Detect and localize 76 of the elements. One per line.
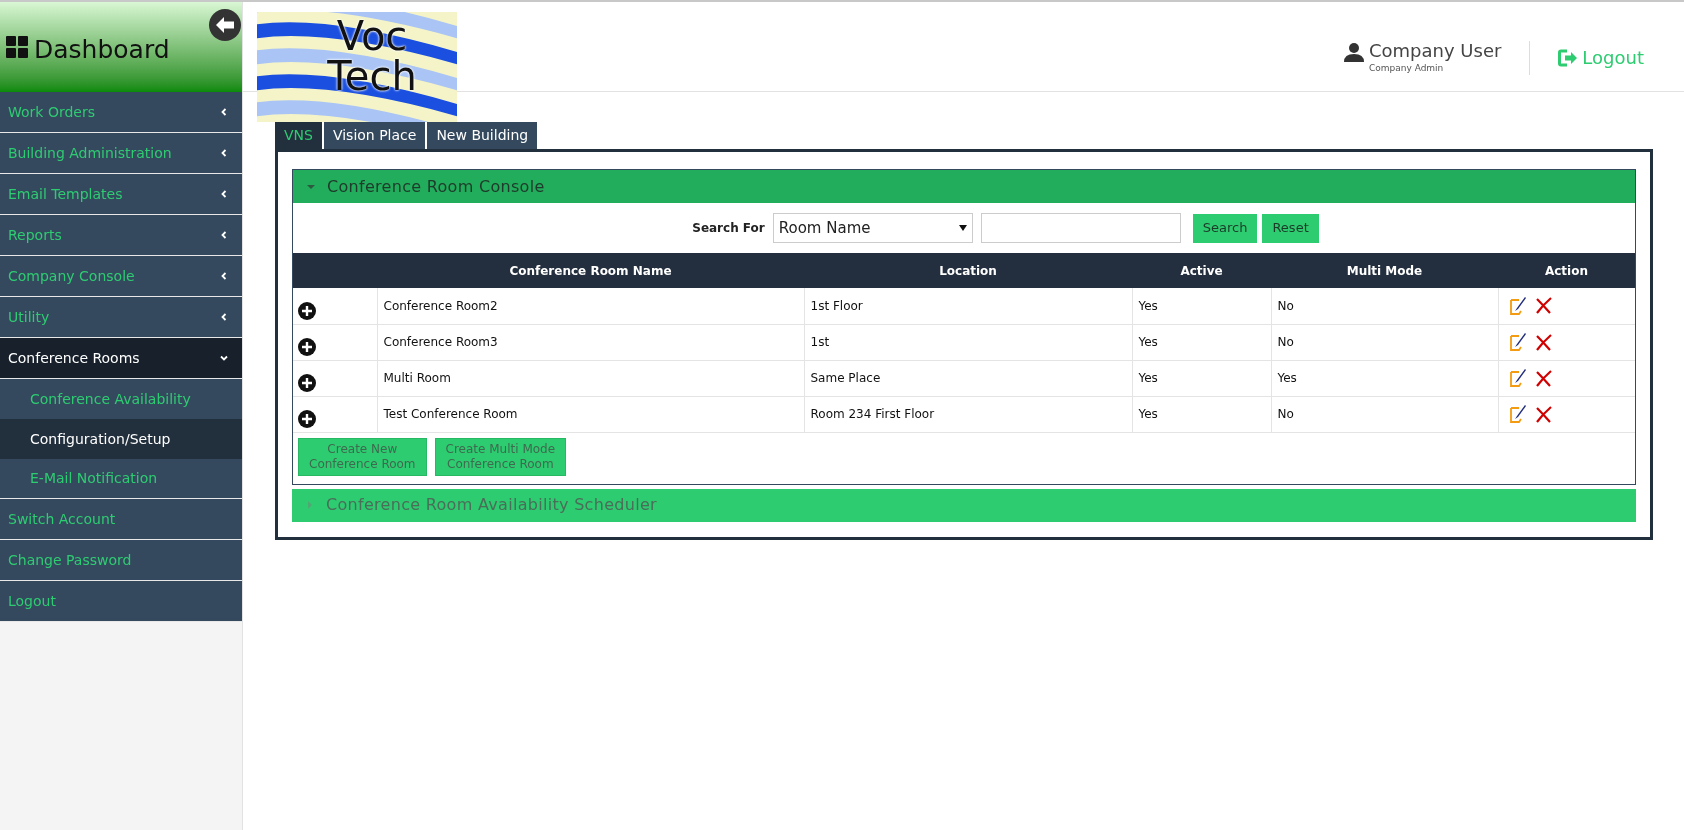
tab[interactable]: VNS <box>275 122 322 149</box>
grid-icon <box>6 36 28 58</box>
table-cell: Conference Room2 <box>377 288 804 324</box>
panel-header[interactable]: Conference Room Console <box>293 170 1635 203</box>
caret-down-icon <box>958 225 967 231</box>
sidebar-item[interactable]: Switch Account <box>0 499 242 540</box>
table-cell: Test Conference Room <box>377 396 804 432</box>
sidebar-item[interactable]: Company Console <box>0 256 242 297</box>
reset-button[interactable]: Reset <box>1262 213 1319 243</box>
sidebar-subitem[interactable]: Configuration/Setup <box>0 419 242 459</box>
table-cell: 1st <box>804 324 1132 360</box>
table-cell: Same Place <box>804 360 1132 396</box>
user-icon <box>1343 42 1364 62</box>
column-header: Active <box>1132 253 1271 288</box>
sidebar-item[interactable]: Work Orders <box>0 92 242 133</box>
column-header: Multi Mode <box>1271 253 1498 288</box>
search-label: Search For <box>692 220 765 237</box>
sidebar-item[interactable]: Email Templates <box>0 174 242 215</box>
expand-row-icon[interactable] <box>298 301 316 320</box>
table-cell: Yes <box>1132 288 1271 324</box>
table-cell: Yes <box>1132 324 1271 360</box>
sidebar-item[interactable]: Logout <box>0 581 242 622</box>
arrow-left-icon <box>215 16 235 34</box>
table-cell: No <box>1271 324 1498 360</box>
chevron-left-icon <box>220 190 228 198</box>
caret-right-icon <box>306 501 314 509</box>
table-cell: 1st Floor <box>804 288 1132 324</box>
tab[interactable]: Vision Place <box>323 122 426 149</box>
expand-row-icon[interactable] <box>298 409 316 428</box>
panel-header[interactable]: Conference Room Availability Scheduler <box>292 488 1636 522</box>
edit-icon[interactable] <box>1508 368 1527 388</box>
sidebar-item[interactable]: Building Administration <box>0 133 242 174</box>
sidebar-title: Dashboard <box>34 34 170 67</box>
edit-icon[interactable] <box>1508 295 1527 316</box>
column-header: Action <box>1498 253 1635 288</box>
table-cell: Room 234 First Floor <box>804 396 1132 432</box>
user-name: Company User <box>1368 40 1502 62</box>
edit-icon[interactable] <box>1508 332 1527 352</box>
back-button[interactable] <box>209 9 241 41</box>
table-cell: No <box>1271 288 1498 324</box>
logout-icon <box>1558 48 1579 67</box>
table-cell: Yes <box>1132 396 1271 432</box>
chevron-down-icon <box>220 354 228 362</box>
chevron-left-icon <box>220 231 228 239</box>
chevron-left-icon <box>220 149 228 157</box>
sidebar-item[interactable]: Change Password <box>0 540 242 581</box>
table-cell: Yes <box>1132 360 1271 396</box>
edit-icon[interactable] <box>1508 404 1527 424</box>
sidebar-item[interactable]: Reports <box>0 215 242 256</box>
chevron-left-icon <box>220 272 228 280</box>
expand-row-icon[interactable] <box>298 337 316 356</box>
search-field[interactable] <box>980 213 1181 243</box>
sidebar-item[interactable]: Utility <box>0 297 242 338</box>
delete-icon[interactable] <box>1534 369 1552 387</box>
sidebar-item[interactable]: Conference Rooms <box>0 338 242 379</box>
delete-icon[interactable] <box>1534 333 1552 351</box>
table-cell: Multi Room <box>377 360 804 396</box>
delete-icon[interactable] <box>1534 405 1552 423</box>
table-cell: Conference Room3 <box>377 324 804 360</box>
tab[interactable]: New Building <box>427 122 538 149</box>
chevron-left-icon <box>220 108 228 116</box>
caret-down-icon <box>307 182 315 191</box>
chevron-left-icon <box>220 313 228 321</box>
column-header: Conference Room Name <box>377 253 804 288</box>
create-button[interactable]: Create Multi Mode Conference Room <box>434 437 567 476</box>
table-cell: No <box>1271 396 1498 432</box>
column-header: Location <box>804 253 1132 288</box>
create-button[interactable]: Create New Conference Room <box>298 437 427 476</box>
sidebar-subitem[interactable]: E-Mail Notification <box>0 459 242 499</box>
table-cell: Yes <box>1271 360 1498 396</box>
search-button[interactable]: Search <box>1192 213 1258 243</box>
search-select[interactable]: Room Name <box>772 213 973 243</box>
expand-row-icon[interactable] <box>298 373 316 392</box>
delete-icon[interactable] <box>1534 297 1552 315</box>
sidebar-subitem[interactable]: Conference Availability <box>0 379 242 419</box>
user-role: Company Admin <box>1368 62 1445 75</box>
